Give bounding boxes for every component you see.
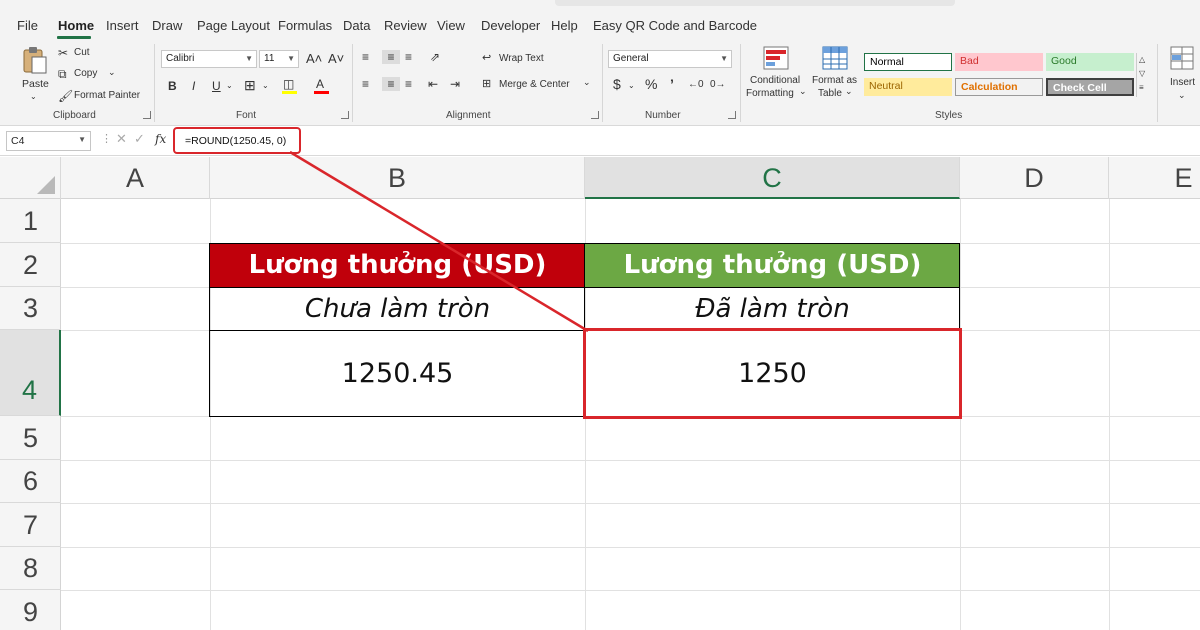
annotation-arrow — [289, 150, 589, 333]
annotation-line — [289, 150, 589, 333]
